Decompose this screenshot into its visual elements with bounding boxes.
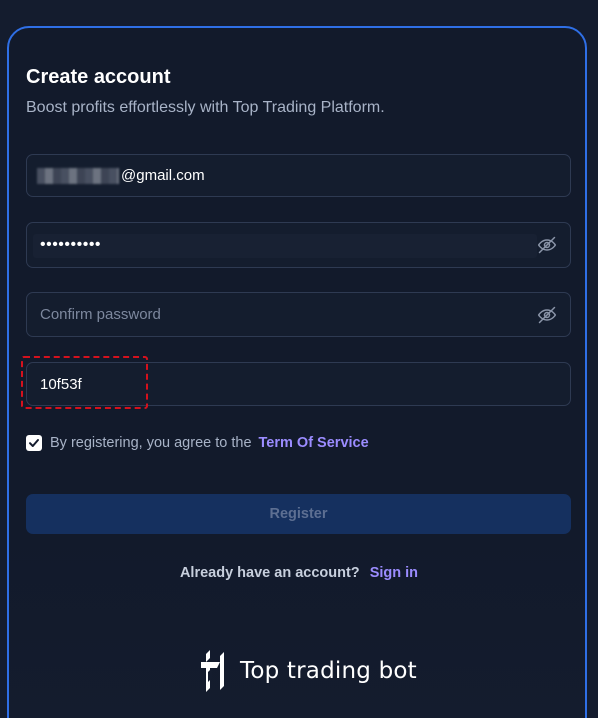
page: Create account Boost profits effortlessl… bbox=[0, 0, 598, 718]
confirm-password-field[interactable] bbox=[26, 292, 571, 337]
referral-code-field[interactable] bbox=[26, 362, 571, 406]
signin-link[interactable]: Sign in bbox=[370, 565, 418, 581]
eye-off-icon[interactable] bbox=[537, 235, 557, 255]
check-icon bbox=[29, 439, 39, 447]
register-button[interactable]: Register bbox=[26, 494, 571, 534]
brand-logo: Top trading bot bbox=[198, 648, 417, 694]
page-title: Create account bbox=[26, 66, 171, 88]
password-value: •••••••••• bbox=[40, 236, 102, 253]
signin-question: Already have an account? bbox=[179, 565, 360, 581]
terms-text: By registering, you agree to the bbox=[50, 435, 252, 451]
brand-name: Top trading bot bbox=[240, 658, 417, 684]
redacted-email-prefix bbox=[37, 167, 119, 184]
email-value: @gmail.com bbox=[121, 167, 205, 184]
terms-checkbox[interactable] bbox=[26, 435, 42, 451]
signin-prompt: Already have an account? Sign in bbox=[0, 565, 598, 581]
password-autofill-bg bbox=[33, 234, 537, 258]
referral-code-input[interactable] bbox=[27, 363, 570, 405]
terms-agreement: By registering, you agree to the Term Of… bbox=[26, 434, 369, 452]
confirm-password-input[interactable] bbox=[27, 293, 570, 336]
email-field[interactable]: @gmail.com bbox=[26, 154, 571, 197]
password-field[interactable]: •••••••••• bbox=[26, 222, 571, 268]
page-subtitle: Boost profits effortlessly with Top Trad… bbox=[26, 99, 385, 116]
eye-off-icon[interactable] bbox=[537, 305, 557, 325]
brand-mark-icon bbox=[201, 650, 224, 692]
terms-of-service-link[interactable]: Term Of Service bbox=[259, 435, 369, 451]
